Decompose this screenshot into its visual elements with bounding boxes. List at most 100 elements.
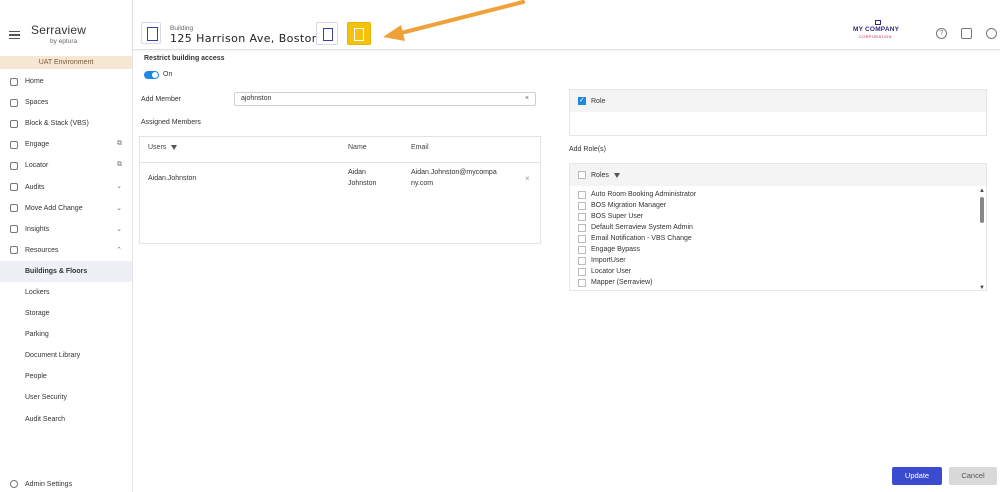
- sidebar-item-parking[interactable]: Parking: [0, 324, 132, 345]
- member-email-line1: Aidan.Johnston@mycompa: [411, 169, 497, 176]
- role-label: Mapper (Serraview): [591, 279, 653, 286]
- member-email-line2: ny.com: [411, 180, 434, 187]
- update-button[interactable]: Update: [892, 467, 942, 485]
- sidebar-item-buildings-floors[interactable]: Buildings & Floors: [0, 260, 132, 282]
- insights-icon: [10, 225, 18, 234]
- resources-icon: [10, 246, 18, 255]
- list-item[interactable]: ImportUser: [570, 255, 986, 266]
- environment-banner: UAT Environment: [0, 56, 132, 69]
- name-column-header: Name: [348, 144, 367, 151]
- sidebar-item-people[interactable]: People: [0, 366, 132, 387]
- list-item[interactable]: Email Notification - VBS Change: [570, 233, 986, 244]
- page-header: Building 125 Harrison Ave, Boston MY COM…: [133, 0, 1000, 50]
- sidebar-item-label: Engage: [25, 141, 50, 149]
- sidebar-item-label: Move Add Change: [25, 204, 83, 212]
- sidebar-item-move-add-change[interactable]: Move Add Change ⌄: [0, 198, 132, 219]
- sidebar-item-home[interactable]: Home: [0, 71, 132, 92]
- logo-subtitle: by eptura: [50, 38, 78, 45]
- sidebar-item-admin-settings[interactable]: Admin Settings: [10, 480, 72, 488]
- role-checkbox[interactable]: [578, 267, 586, 276]
- roles-header: Roles: [570, 164, 986, 186]
- list-item[interactable]: BOS Super User: [570, 211, 986, 222]
- help-icon[interactable]: ?: [936, 28, 947, 39]
- list-item[interactable]: Auto Room Booking Administrator: [570, 189, 986, 200]
- clear-icon[interactable]: ×: [525, 93, 529, 105]
- sidebar-item-resources[interactable]: Resources ⌃: [0, 240, 132, 261]
- cancel-button[interactable]: Cancel: [949, 467, 997, 485]
- sidebar-item-label: Parking: [25, 331, 49, 339]
- sidebar-item-insights[interactable]: Insights ⌄: [0, 219, 132, 240]
- hamburger-menu-icon[interactable]: [9, 31, 20, 39]
- add-member-input[interactable]: ajohnston ×: [234, 92, 536, 106]
- list-item[interactable]: Mapper (Serraview): [570, 277, 986, 288]
- role-checkbox[interactable]: [578, 234, 586, 243]
- role-label: Email Notification - VBS Change: [591, 235, 692, 242]
- list-item[interactable]: Engage Bypass: [570, 244, 986, 255]
- role-checkbox[interactable]: [578, 96, 586, 105]
- chevron-up-icon: ⌃: [116, 246, 122, 254]
- filter-icon[interactable]: [171, 144, 178, 150]
- scroll-down-icon[interactable]: ▼: [979, 285, 985, 291]
- role-checkbox[interactable]: [578, 212, 586, 221]
- email-column-header: Email: [411, 144, 429, 151]
- list-item[interactable]: BOS Migration Manager: [570, 200, 986, 211]
- role-checkbox[interactable]: [578, 201, 586, 210]
- sidebar-item-block-stack[interactable]: Block & Stack (VBS): [0, 113, 132, 134]
- sidebar-item-label: Lockers: [25, 288, 50, 296]
- serraview-logo[interactable]: Serraview: [31, 23, 86, 37]
- sidebar-item-label: Block & Stack (VBS): [25, 120, 89, 128]
- sidebar-item-user-security[interactable]: User Security: [0, 387, 132, 408]
- company-logo: MY COMPANY: [853, 26, 900, 33]
- list-item[interactable]: Locator User: [570, 266, 986, 277]
- select-all-roles-checkbox[interactable]: [578, 171, 586, 179]
- sidebar-item-storage[interactable]: Storage: [0, 303, 132, 324]
- role-header[interactable]: Role: [570, 90, 986, 112]
- sidebar-item-audits[interactable]: Audits ⌄: [0, 176, 132, 197]
- sidebar-item-label: Audit Search: [25, 415, 66, 423]
- restrict-access-title: Restrict building access: [144, 55, 225, 62]
- sidebar-item-locator[interactable]: Locator ⧉: [0, 155, 132, 176]
- role-checkbox[interactable]: [578, 245, 586, 254]
- chevron-down-icon: ⌄: [116, 183, 122, 191]
- sidebar-item-lockers[interactable]: Lockers: [0, 282, 132, 303]
- roles-scrollbar[interactable]: ▲ ▼: [978, 186, 986, 291]
- sidebar-item-label: People: [25, 373, 47, 381]
- sidebar-item-label: Spaces: [25, 99, 49, 107]
- brand-row: Serraview by eptura: [0, 0, 132, 50]
- add-roles-label: Add Role(s): [569, 146, 606, 153]
- building-icon: [141, 22, 161, 44]
- users-column-header[interactable]: Users: [148, 144, 178, 151]
- header-divider: [140, 162, 540, 163]
- roles-header-label: Roles: [591, 171, 609, 179]
- list-item[interactable]: Default Serraview System Admin: [570, 222, 986, 233]
- scrollbar-thumb[interactable]: [980, 197, 984, 223]
- filter-icon[interactable]: [613, 172, 620, 178]
- sidebar-item-label: Home: [25, 78, 44, 86]
- member-name-first: Aidan: [348, 169, 366, 176]
- restrict-access-toggle[interactable]: [144, 71, 159, 79]
- sidebar-item-engage[interactable]: Engage ⧉: [0, 134, 132, 155]
- role-checkbox[interactable]: [578, 256, 586, 265]
- members-table: Users Name Email Aidan.Johnston Aidan Jo…: [139, 136, 541, 244]
- engage-icon: [10, 140, 18, 149]
- role-checkbox[interactable]: [578, 278, 586, 287]
- sidebar-item-label: Audits: [25, 183, 45, 191]
- sidebar-item-label: User Security: [25, 394, 68, 402]
- building-access-tab[interactable]: [347, 22, 371, 45]
- sidebar-item-label: Admin Settings: [25, 480, 73, 488]
- building-label: Building: [170, 25, 194, 32]
- sidebar-item-label: Locator: [25, 162, 49, 170]
- role-checkbox[interactable]: [578, 223, 586, 232]
- user-icon[interactable]: [986, 28, 997, 39]
- sidebar-item-spaces[interactable]: Spaces: [0, 92, 132, 113]
- sidebar-item-audit-search[interactable]: Audit Search: [0, 409, 132, 430]
- audits-icon: [10, 183, 18, 192]
- role-checkbox[interactable]: [578, 190, 586, 199]
- folder-icon[interactable]: [961, 28, 972, 39]
- role-label: Auto Room Booking Administrator: [591, 191, 697, 198]
- sidebar-item-document-library[interactable]: Document Library: [0, 345, 132, 366]
- scroll-up-icon[interactable]: ▲: [979, 188, 985, 194]
- building-details-tab[interactable]: [316, 22, 338, 45]
- role-panel: Role: [569, 89, 987, 136]
- remove-member-icon[interactable]: ×: [525, 174, 530, 183]
